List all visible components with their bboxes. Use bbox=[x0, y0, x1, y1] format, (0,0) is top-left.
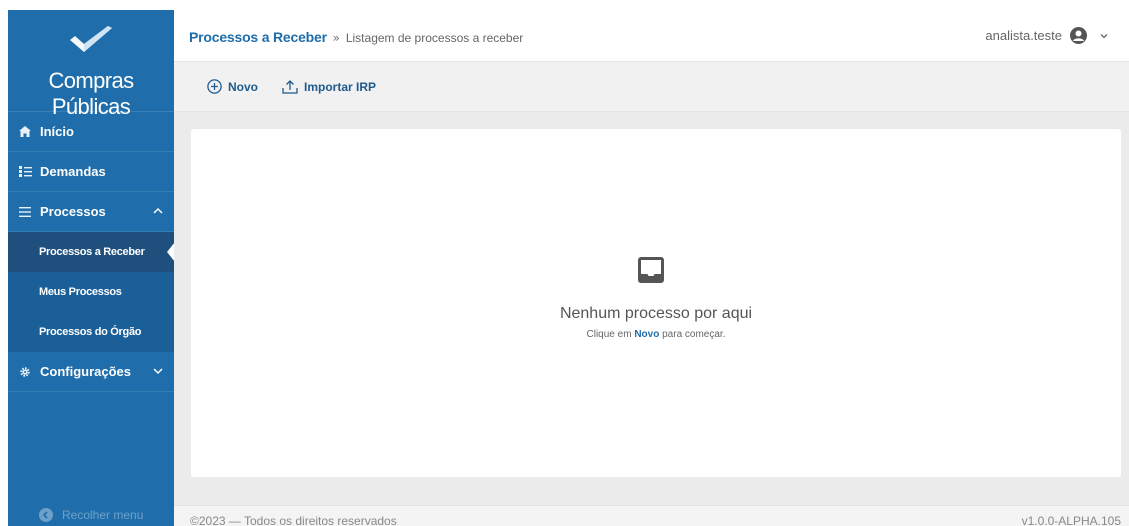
home-icon bbox=[18, 125, 32, 139]
empty-state-new-link[interactable]: Novo bbox=[634, 329, 659, 340]
sidebar-item-processos-a-receber[interactable]: Processos a Receber bbox=[8, 232, 175, 272]
new-button[interactable]: Novo bbox=[207, 79, 258, 94]
processos-submenu: Processos a Receber Meus Processos Proce… bbox=[8, 232, 175, 352]
checkmark-logo-icon bbox=[70, 26, 112, 52]
top-header: Processos a Receber » Listagem de proces… bbox=[174, 10, 1129, 62]
import-irp-button-label: Importar IRP bbox=[304, 79, 377, 94]
sidebar: Compras Públicas Início Demandas Process… bbox=[8, 10, 175, 526]
user-menu[interactable]: analista.teste bbox=[985, 27, 1109, 44]
user-avatar-icon bbox=[1070, 27, 1087, 44]
sidebar-item-processos-do-orgao[interactable]: Processos do Órgão bbox=[8, 312, 174, 352]
footer-copyright: ©2023 — Todos os direitos reservados bbox=[190, 514, 397, 526]
gear-icon bbox=[18, 365, 32, 379]
sidebar-item-processos[interactable]: Processos bbox=[8, 192, 174, 232]
empty-state-subtitle: Clique em Novo para começar. bbox=[191, 329, 1121, 340]
brand: Compras Públicas bbox=[8, 10, 174, 119]
sidebar-item-label: Processos do Órgão bbox=[39, 326, 142, 338]
inbox-icon bbox=[638, 257, 664, 283]
footer: ©2023 — Todos os direitos reservados v1.… bbox=[174, 505, 1129, 526]
sidebar-item-configuracoes[interactable]: Configurações bbox=[8, 352, 174, 392]
chevron-down-icon bbox=[153, 368, 163, 375]
sidebar-item-label: Demandas bbox=[40, 164, 106, 179]
breadcrumb-description: Listagem de processos a receber bbox=[345, 31, 524, 45]
footer-version: v1.0.0-ALPHA.105 bbox=[1021, 514, 1121, 526]
sidebar-item-label: Início bbox=[40, 124, 74, 139]
sidebar-item-label: Processos bbox=[40, 204, 106, 219]
list-numbered-icon bbox=[18, 165, 32, 179]
breadcrumb-separator: » bbox=[332, 31, 341, 45]
empty-state-title: Nenhum processo por aqui bbox=[559, 305, 753, 322]
upload-icon bbox=[282, 79, 298, 94]
list-icon bbox=[18, 205, 32, 219]
collapse-menu-button[interactable]: Recolher menu bbox=[8, 504, 174, 526]
import-irp-button[interactable]: Importar IRP bbox=[282, 80, 376, 94]
sidebar-item-label: Processos a Receber bbox=[39, 246, 145, 258]
top-strip bbox=[0, 0, 1129, 10]
empty-state-card: Nenhum processo por aqui Clique em Novo … bbox=[191, 129, 1121, 477]
collapse-menu-label: Recolher menu bbox=[62, 508, 144, 522]
chevron-up-icon bbox=[153, 207, 163, 214]
chevron-down-icon bbox=[1100, 33, 1108, 38]
user-name: analista.teste bbox=[985, 28, 1062, 43]
new-button-label: Novo bbox=[228, 79, 258, 94]
sidebar-item-label: Meus Processos bbox=[39, 286, 122, 298]
breadcrumb-current[interactable]: Processos a Receber bbox=[189, 29, 327, 45]
chevron-left-circle-icon bbox=[39, 508, 53, 522]
sidebar-item-inicio[interactable]: Início bbox=[8, 112, 174, 152]
sidebar-item-label: Configurações bbox=[40, 364, 132, 379]
empty-state-text-after: para começar. bbox=[662, 329, 726, 340]
empty-state-text-before: Clique em bbox=[586, 329, 632, 340]
toolbar: Novo Importar IRP bbox=[174, 62, 1129, 112]
sidebar-item-meus-processos[interactable]: Meus Processos bbox=[8, 272, 174, 312]
sidebar-item-demandas[interactable]: Demandas bbox=[8, 152, 174, 192]
breadcrumb: Processos a Receber » Listagem de proces… bbox=[189, 29, 523, 45]
plus-circle-icon bbox=[207, 79, 222, 94]
